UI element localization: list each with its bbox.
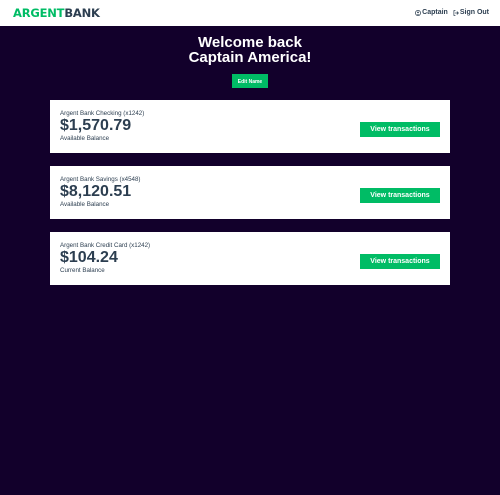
welcome-line-2: Captain America! (188, 49, 312, 66)
account-title: Argent Bank Credit Card (x1242) (60, 242, 151, 249)
view-transactions-button[interactable]: View transactions (360, 188, 440, 203)
account-title: Argent Bank Checking (x1242) (60, 110, 145, 117)
sign-out-link[interactable]: Sign Out (453, 8, 489, 18)
sign-out-label: Sign Out (459, 9, 489, 16)
logo-part-bank: BANK (64, 6, 100, 20)
account-title: Argent Bank Savings (x4548) (60, 176, 141, 183)
account-card-checking: Argent Bank Checking (x1242) $1,570.79 A… (50, 100, 450, 153)
view-transactions-button[interactable]: View transactions (360, 122, 440, 137)
welcome-header: Welcome back Captain America! Edit Name (0, 26, 500, 88)
user-profile-link[interactable]: Captain (415, 8, 448, 18)
edit-name-button[interactable]: Edit Name (232, 74, 268, 88)
user-name-label: Captain (422, 9, 448, 16)
top-nav: ARGENTBANK Captain Sign Out (0, 0, 500, 26)
user-circle-icon (415, 10, 422, 16)
accounts-list: Argent Bank Checking (x1242) $1,570.79 A… (50, 100, 450, 298)
account-card-savings: Argent Bank Savings (x4548) $8,120.51 Av… (50, 166, 450, 219)
view-transactions-button[interactable]: View transactions (360, 254, 440, 269)
welcome-title: Welcome back Captain America! (0, 35, 500, 65)
sign-out-icon (453, 10, 459, 16)
logo[interactable]: ARGENTBANK (13, 6, 100, 20)
logo-part-argent: ARGENT (13, 6, 65, 20)
nav-actions: Captain Sign Out (410, 8, 489, 18)
account-card-credit: Argent Bank Credit Card (x1242) $104.24 … (50, 232, 450, 285)
